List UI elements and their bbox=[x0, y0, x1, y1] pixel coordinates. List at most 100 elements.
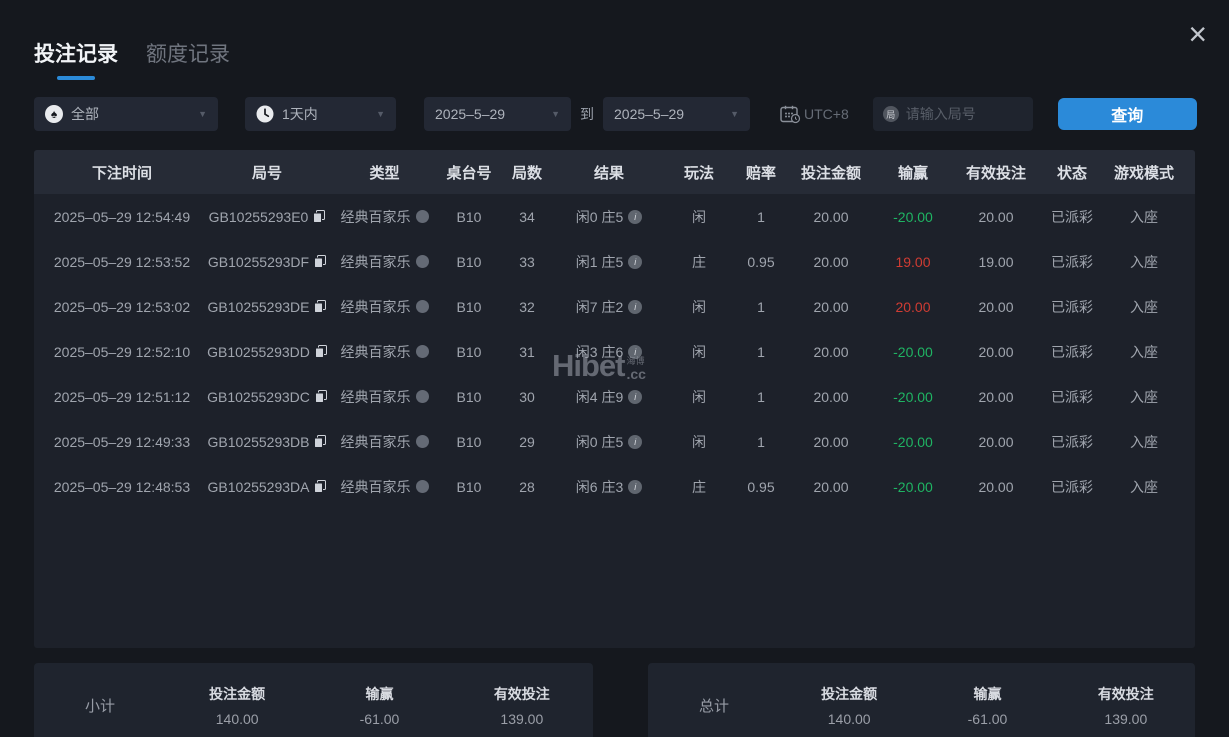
result-text: 闲7 庄2 bbox=[576, 297, 623, 317]
round-number-input[interactable] bbox=[906, 106, 1023, 122]
cell-status: 已派彩 bbox=[1039, 207, 1105, 227]
table-body: 2025–05–29 12:54:49 GB10255293E0 经典百家乐 B10 3… bbox=[34, 194, 1195, 509]
cell-win-loss: -20.00 bbox=[873, 344, 953, 360]
tab-quota-records[interactable]: 额度记录 bbox=[146, 38, 230, 80]
chevron-down-icon: ▼ bbox=[730, 109, 739, 119]
win-loss-text: -20.00 bbox=[893, 479, 933, 495]
info-icon[interactable]: i bbox=[628, 390, 642, 404]
cell-bet-amount: 20.00 bbox=[789, 299, 873, 315]
game-type-select[interactable]: ♠ 全部 ▼ bbox=[34, 97, 218, 131]
bet-amount-text: 20.00 bbox=[813, 389, 848, 405]
copy-icon[interactable] bbox=[315, 345, 327, 358]
cell-result: 闲1 庄5i bbox=[553, 252, 665, 272]
column-header-valid-bet: 有效投注 bbox=[953, 162, 1039, 183]
cell-bet-amount: 20.00 bbox=[789, 389, 873, 405]
odds-text: 1 bbox=[757, 344, 765, 360]
column-header-round-id: 局号 bbox=[202, 162, 332, 183]
live-dot-icon bbox=[416, 345, 429, 358]
bet-amount-text: 20.00 bbox=[813, 299, 848, 315]
bet-time-text: 2025–05–29 12:52:10 bbox=[54, 344, 190, 360]
time-range-select[interactable]: 1天内 ▼ bbox=[245, 97, 396, 131]
search-button[interactable]: 查询 bbox=[1058, 98, 1197, 130]
round-id-text: GB10255293E0 bbox=[209, 209, 309, 225]
cell-result: 闲7 庄2 i bbox=[553, 297, 665, 317]
game-mode-text: 入座 bbox=[1130, 252, 1158, 272]
cell-game-type: 经典百家乐 bbox=[332, 477, 437, 497]
valid-bet-text: 20.00 bbox=[978, 434, 1013, 450]
copy-icon[interactable] bbox=[314, 300, 326, 313]
info-icon[interactable]: i bbox=[628, 435, 642, 449]
valid-bet-text: 20.00 bbox=[978, 479, 1013, 495]
live-dot-icon bbox=[416, 480, 429, 493]
cell-play: 庄 bbox=[665, 477, 733, 497]
game-type-value: 全部 bbox=[71, 104, 99, 124]
cell-result: 闲3 庄6i bbox=[553, 342, 665, 362]
cell-table-no: B10 bbox=[437, 299, 501, 315]
cell-round-no: 28 bbox=[501, 479, 553, 495]
info-icon[interactable]: i bbox=[628, 345, 642, 359]
copy-icon[interactable] bbox=[315, 390, 327, 403]
cell-round-no: 30 bbox=[501, 389, 553, 405]
table-header-row: 下注时间局号类型桌台号局数结果玩法赔率投注金额输赢有效投注状态游戏模式 bbox=[34, 150, 1195, 194]
game-type-text: 经典百家乐 bbox=[341, 387, 411, 407]
clock-icon bbox=[256, 105, 274, 123]
cell-win-loss: -20.00 bbox=[873, 479, 953, 495]
game-mode-text: 入座 bbox=[1130, 387, 1158, 407]
summary-stat-value: -61.00 bbox=[308, 711, 450, 727]
game-mode-text: 入座 bbox=[1130, 432, 1158, 452]
result-text: 闲4 庄9 bbox=[576, 387, 623, 407]
cell-round-no: 34 bbox=[501, 209, 553, 225]
play-text: 闲 bbox=[692, 207, 706, 227]
info-icon[interactable]: i bbox=[628, 300, 642, 314]
info-icon[interactable]: i bbox=[628, 480, 642, 494]
cell-valid-bet: 20.00 bbox=[953, 344, 1039, 360]
status-text: 已派彩 bbox=[1051, 252, 1093, 272]
cell-table-no: B10 bbox=[437, 254, 501, 270]
cell-bet-time: 2025–05–29 12:54:49 bbox=[42, 209, 202, 225]
table-no-text: B10 bbox=[457, 299, 482, 315]
tab-betting-records[interactable]: 投注记录 bbox=[34, 38, 118, 80]
cell-round-id: GB10255293DD bbox=[202, 344, 332, 360]
bet-amount-text: 20.00 bbox=[813, 209, 848, 225]
date-from-select[interactable]: 2025–5–29 ▼ bbox=[424, 97, 571, 131]
round-no-text: 28 bbox=[519, 479, 535, 495]
table-row: 2025–05–29 12:54:49GB10255293E0经典百家乐B103… bbox=[34, 194, 1195, 239]
summary-stat-value: 140.00 bbox=[780, 711, 918, 727]
status-text: 已派彩 bbox=[1051, 387, 1093, 407]
odds-text: 0.95 bbox=[747, 254, 774, 270]
close-icon[interactable]: × bbox=[1188, 18, 1207, 50]
live-dot-icon bbox=[416, 210, 429, 223]
info-icon[interactable]: i bbox=[628, 210, 642, 224]
game-mode-text: 入座 bbox=[1130, 342, 1158, 362]
records-table: 下注时间局号类型桌台号局数结果玩法赔率投注金额输赢有效投注状态游戏模式 2025… bbox=[34, 150, 1195, 648]
status-text: 已派彩 bbox=[1051, 432, 1093, 452]
column-header-game-type: 类型 bbox=[332, 162, 437, 183]
cell-play: 庄 bbox=[665, 252, 733, 272]
copy-icon[interactable] bbox=[314, 435, 326, 448]
round-id-text: GB10255293DB bbox=[208, 434, 310, 450]
column-header-result: 结果 bbox=[553, 162, 665, 183]
copy-icon[interactable] bbox=[314, 480, 326, 493]
column-header-game-mode: 游戏模式 bbox=[1105, 162, 1183, 183]
total-label: 总计 bbox=[648, 695, 780, 716]
table-row: 2025–05–29 12:51:12GB10255293DC经典百家乐B103… bbox=[34, 374, 1195, 419]
round-no-text: 34 bbox=[519, 209, 535, 225]
column-header-round-no: 局数 bbox=[501, 162, 553, 183]
cell-play: 闲 bbox=[665, 207, 733, 227]
odds-text: 1 bbox=[757, 209, 765, 225]
cell-play: 闲 bbox=[665, 342, 733, 362]
summary-stat-value: 139.00 bbox=[451, 711, 593, 727]
date-to-select[interactable]: 2025–5–29 ▼ bbox=[603, 97, 750, 131]
round-no-text: 33 bbox=[519, 254, 535, 270]
timezone-label: UTC+8 bbox=[804, 106, 849, 122]
cell-round-no: 32 bbox=[501, 299, 553, 315]
round-no-text: 31 bbox=[519, 344, 535, 360]
cell-valid-bet: 20.00 bbox=[953, 479, 1039, 495]
copy-icon[interactable] bbox=[313, 210, 325, 223]
chevron-down-icon: ▼ bbox=[551, 109, 560, 119]
table-row: 2025–05–29 12:49:33GB10255293DB经典百家乐B102… bbox=[34, 419, 1195, 464]
cell-round-id: GB10255293DB bbox=[202, 434, 332, 450]
cell-win-loss: 19.00 bbox=[873, 254, 953, 270]
copy-icon[interactable] bbox=[314, 255, 326, 268]
info-icon[interactable]: i bbox=[628, 255, 642, 269]
